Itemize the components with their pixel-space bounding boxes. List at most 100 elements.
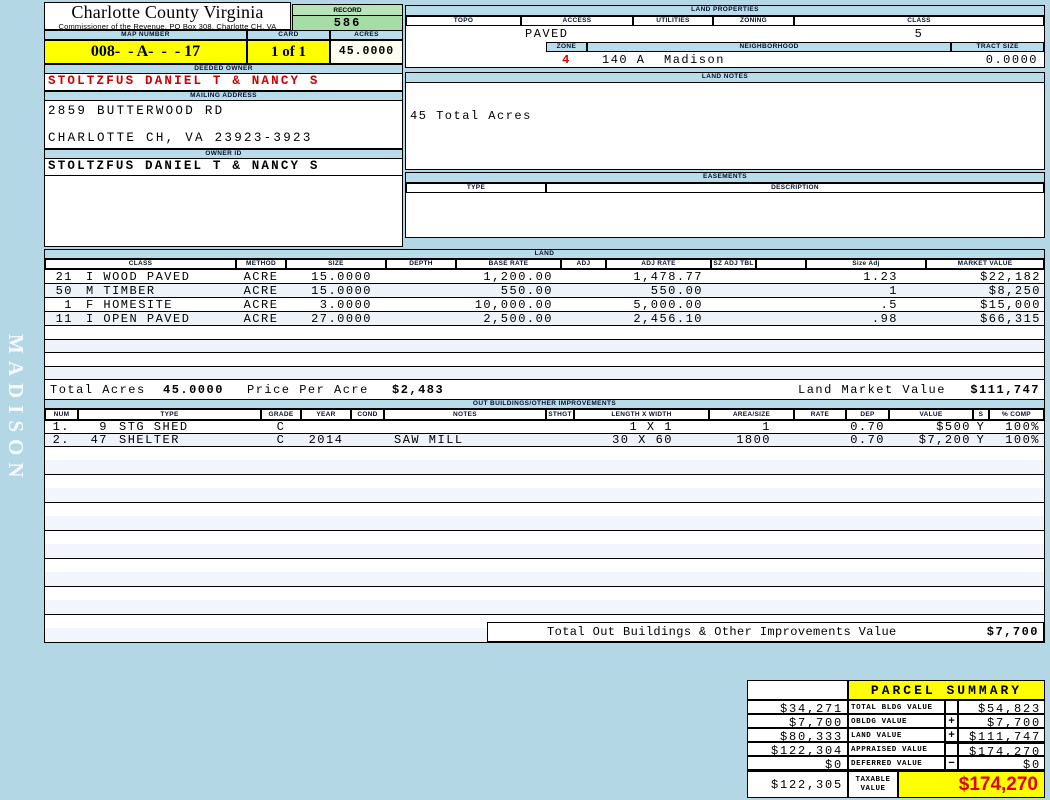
col-size-adj: Size Adj xyxy=(806,259,926,269)
land-method: ACRE xyxy=(236,298,286,312)
summary-value: $7,700 xyxy=(958,714,1045,728)
land-empty-row xyxy=(45,352,1044,366)
col-year: YEAR xyxy=(301,409,351,420)
deeded-owner-label: DEEDED OWNER xyxy=(44,64,403,74)
record-label: RECORD xyxy=(292,4,403,16)
col-access: ACCESS xyxy=(521,16,633,26)
ob-grade: C xyxy=(261,433,301,447)
land-row: 11I OPEN PAVED ACRE 27.0000 2,500.00 2,4… xyxy=(45,311,1044,325)
land-market-value: $15,000 xyxy=(926,298,1044,312)
summary-row: $7,700 OBLDG VALUE + $7,700 xyxy=(747,714,1045,728)
land-class-name: I WOOD PAVED xyxy=(86,270,190,284)
land-row: 50M TIMBER ACRE 15.0000 550.00 550.00 1 … xyxy=(45,283,1044,297)
col-sz-adj-tbl: SZ ADJ TBL xyxy=(711,259,756,269)
price-per-acre-label: Price Per Acre xyxy=(247,383,369,397)
taxable-left-value: $122,305 xyxy=(747,771,848,798)
land-market-value: $8,250 xyxy=(926,284,1044,298)
ob-area: 1 xyxy=(709,420,794,434)
col-cond: COND xyxy=(351,409,384,420)
land-market-value: $22,182 xyxy=(926,270,1044,284)
land-method: ACRE xyxy=(236,284,286,298)
land-market-value: $66,315 xyxy=(926,312,1044,326)
outbuildings-total-row: Total Out Buildings & Other Improvements… xyxy=(487,622,1044,642)
ob-lxw: 1 X 1 xyxy=(574,420,709,434)
summary-left-value: $7,700 xyxy=(747,714,848,728)
land-headers: CLASS METHOD SIZE DEPTH BASE RATE ADJ AD… xyxy=(45,259,1044,269)
summary-left-value: $122,304 xyxy=(747,742,848,756)
land-section: LAND CLASS METHOD SIZE DEPTH BASE RATE A… xyxy=(44,249,1045,401)
acres-label: ACRES xyxy=(330,30,403,40)
land-title: LAND xyxy=(45,250,1044,259)
summary-row: $122,304 APPRAISED VALUE $174,270 xyxy=(747,742,1045,756)
outbuilding-row: 1. 9STG SHED C 1 X 1 1 0.70 $500 Y 100% xyxy=(45,420,1044,433)
ob-type-num: 9 xyxy=(78,420,108,434)
col-description: DESCRIPTION xyxy=(546,183,1044,193)
col-num: NUM xyxy=(45,409,78,420)
map-card-acres-labels: MAP NUMBER CARD ACRES xyxy=(44,30,403,40)
col-adj-rate: ADJ RATE xyxy=(606,259,711,269)
col-topo: TOPO xyxy=(406,16,521,26)
summary-label: TOTAL BLDG VALUE xyxy=(848,700,945,714)
land-adj-rate: 2,456.10 xyxy=(606,312,711,326)
land-properties-headers: TOPO ACCESS UTILITIES ZONING CLASS xyxy=(406,16,1044,26)
summary-row: $0 DEFERRED VALUE − $0 xyxy=(747,756,1045,770)
outbuildings-total-value: $7,700 xyxy=(987,625,1039,639)
col-type: TYPE xyxy=(406,183,546,193)
col-method: METHOD xyxy=(236,259,286,269)
acres-value: 45.0000 xyxy=(330,40,403,64)
col-area: AREA/SIZE xyxy=(709,409,794,420)
col-utilities: UTILITIES xyxy=(633,16,713,26)
ob-empty-rows xyxy=(45,558,1044,586)
outbuildings-headers: NUM TYPE GRADE YEAR COND NOTES STHGT LEN… xyxy=(45,409,1044,420)
land-method: ACRE xyxy=(236,270,286,284)
ob-s: Y xyxy=(973,433,989,447)
ob-type-name: SHELTER xyxy=(119,433,180,447)
card-label: CARD xyxy=(247,30,330,40)
col-blank xyxy=(756,259,806,269)
col-sthgt: STHGT xyxy=(546,409,574,420)
col-zoning: ZONING xyxy=(713,16,794,26)
land-base-rate: 1,200.00 xyxy=(456,270,561,284)
col-value: VALUE xyxy=(889,409,973,420)
taxable-label: TAXABLE VALUE xyxy=(848,771,898,798)
ob-type-num: 47 xyxy=(78,433,108,447)
col-land-class: CLASS xyxy=(45,259,236,269)
col-adj: ADJ xyxy=(561,259,606,269)
county-subtitle: Commissioner of the Revenue, PO Box 308,… xyxy=(45,22,290,31)
summary-label: OBLDG VALUE xyxy=(848,714,945,728)
land-size-adj: .98 xyxy=(806,312,926,326)
total-acres-label: Total Acres xyxy=(50,383,146,397)
total-acres-value: 45.0000 xyxy=(163,383,224,397)
summary-left-value: $80,333 xyxy=(747,728,848,742)
ob-dep: 0.70 xyxy=(846,433,889,447)
col-comp: % COMP xyxy=(989,409,1044,420)
tract-size-label: TRACT SIZE xyxy=(951,42,1044,52)
ob-notes: SAW MILL xyxy=(384,433,546,447)
col-size: SIZE xyxy=(286,259,386,269)
summary-operator xyxy=(945,742,958,756)
zone-value: 4 xyxy=(546,53,587,67)
summary-left-value: $34,271 xyxy=(747,700,848,714)
ob-value: $7,200 xyxy=(889,433,973,447)
zone-label: ZONE xyxy=(546,42,587,52)
land-base-rate: 550.00 xyxy=(456,284,561,298)
land-market-value-total: $111,747 xyxy=(970,383,1040,397)
summary-operator: + xyxy=(945,714,958,728)
land-class-name: F HOMESITE xyxy=(86,298,173,312)
card-value: 1 of 1 xyxy=(247,40,330,64)
summary-operator: − xyxy=(945,756,958,770)
land-notes-title: LAND NOTES xyxy=(406,73,1044,83)
parcel-summary-blank-cell xyxy=(747,680,848,700)
zone-neighborhood-labels: ZONE NEIGHBORHOOD TRACT SIZE xyxy=(546,42,1044,52)
price-per-acre-value: $2,483 xyxy=(392,383,444,397)
land-class-num: 1 xyxy=(45,298,73,312)
ob-type-name: STG SHED xyxy=(119,420,189,434)
land-class-name: I OPEN PAVED xyxy=(86,312,190,326)
ob-empty-rows xyxy=(45,502,1044,530)
ob-dep: 0.70 xyxy=(846,420,889,434)
land-totals-row: Total Acres 45.0000 Price Per Acre $2,48… xyxy=(45,379,1044,400)
map-number-value: 008- - A- - - 17 xyxy=(44,40,247,64)
land-class-num: 21 xyxy=(45,270,73,284)
col-depth: DEPTH xyxy=(386,259,456,269)
owner-column: Charlotte County Virginia Commissioner o… xyxy=(44,2,403,247)
